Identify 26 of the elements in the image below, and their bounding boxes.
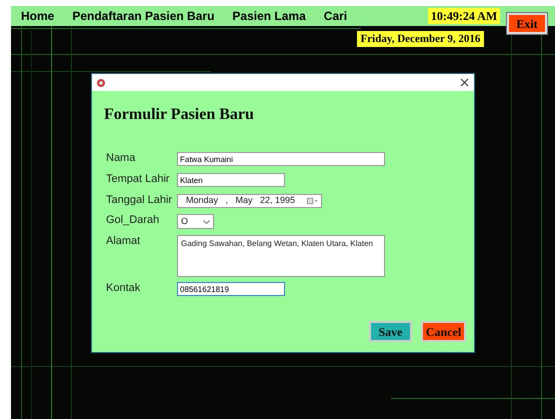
field-label: Tempat Lahir xyxy=(106,173,171,186)
menu-item[interactable]: Cari xyxy=(324,7,348,25)
field-label: Alamat xyxy=(106,235,142,248)
close-icon[interactable] xyxy=(460,78,469,87)
field-label: Nama xyxy=(106,152,136,165)
cancel-button[interactable]: Cancel xyxy=(421,321,466,342)
calendar-dropdown-icon[interactable] xyxy=(307,197,318,205)
text-field[interactable]: Fatwa Kumaini xyxy=(177,152,385,166)
dropdown-field[interactable]: O xyxy=(177,214,214,229)
chevron-down-icon xyxy=(203,220,210,224)
form-title: Formulir Pasien Baru xyxy=(103,105,255,125)
date-picker[interactable]: Monday , May 22, 1995 xyxy=(177,194,322,208)
app-icon xyxy=(97,78,105,86)
menu-item[interactable]: Home xyxy=(21,7,54,25)
text-field[interactable]: Klaten xyxy=(177,173,285,187)
text-field[interactable]: 08561621819 xyxy=(177,282,285,296)
field-label: Gol_Darah xyxy=(106,214,160,227)
save-button[interactable]: Save xyxy=(369,321,412,342)
menu-item[interactable]: Pasien Lama xyxy=(232,7,306,25)
exit-button[interactable]: Exit xyxy=(507,13,547,34)
menu-item[interactable]: Pendaftaran Pasien Baru xyxy=(72,7,214,25)
field-label: Tanggal Lahir xyxy=(106,194,174,207)
field-label: Kontak xyxy=(106,282,142,295)
address-textarea[interactable]: Gading Sawahan, Belang Wetan, Klaten Utara, Klaten xyxy=(177,235,385,277)
time-label: 10:49:24 AM xyxy=(428,8,500,24)
date-label: Friday, December 9, 2016 xyxy=(357,31,484,47)
